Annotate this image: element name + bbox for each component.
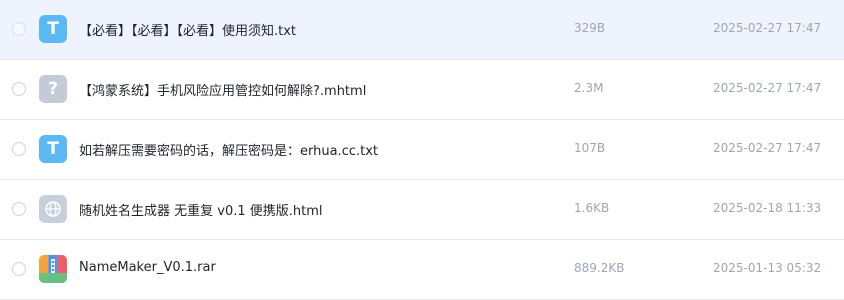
file-size: 107B	[574, 141, 606, 155]
file-name[interactable]: NameMaker_V0.1.rar	[79, 260, 216, 275]
file-row[interactable]: T 如若解压需要密码的话，解压密码是：erhua.cc.txt 107B 202…	[0, 120, 844, 180]
file-name[interactable]: 如若解压需要密码的话，解压密码是：erhua.cc.txt	[79, 140, 378, 159]
file-name[interactable]: 随机姓名生成器 无重复 v0.1 便携版.html	[79, 200, 323, 219]
file-name[interactable]: 【鸿蒙系统】手机风险应用管控如何解除?.mhtml	[79, 80, 366, 99]
file-date: 2025-01-13 05:32	[713, 261, 822, 275]
row-checkbox[interactable]	[12, 82, 26, 96]
file-row[interactable]: 随机姓名生成器 无重复 v0.1 便携版.html 1.6KB 2025-02-…	[0, 180, 844, 240]
row-checkbox[interactable]	[12, 202, 26, 216]
file-list: T 【必看】【必看】【必看】使用须知.txt 329B 2025-02-27 1…	[0, 0, 844, 300]
row-checkbox[interactable]	[12, 142, 26, 156]
file-name[interactable]: 【必看】【必看】【必看】使用须知.txt	[79, 20, 296, 39]
file-size: 1.6KB	[574, 201, 610, 215]
file-row[interactable]: NameMaker_V0.1.rar 889.2KB 2025-01-13 05…	[0, 240, 844, 300]
txt-file-icon: T	[39, 15, 67, 43]
file-date: 2025-02-27 17:47	[713, 141, 822, 155]
file-date: 2025-02-18 11:33	[713, 201, 822, 215]
txt-file-icon: T	[39, 135, 67, 163]
file-size: 329B	[574, 21, 606, 35]
file-size: 889.2KB	[574, 261, 625, 275]
file-size: 2.3M	[574, 81, 604, 95]
rar-archive-icon	[39, 255, 67, 283]
html-file-icon	[39, 195, 67, 223]
unknown-file-icon: ?	[39, 75, 67, 103]
row-checkbox[interactable]	[12, 262, 26, 276]
file-date: 2025-02-27 17:47	[713, 81, 822, 95]
row-checkbox[interactable]	[12, 22, 26, 36]
file-row[interactable]: ? 【鸿蒙系统】手机风险应用管控如何解除?.mhtml 2.3M 2025-02…	[0, 60, 844, 120]
file-date: 2025-02-27 17:47	[713, 21, 822, 35]
globe-icon	[45, 201, 61, 217]
file-row[interactable]: T 【必看】【必看】【必看】使用须知.txt 329B 2025-02-27 1…	[0, 0, 844, 60]
